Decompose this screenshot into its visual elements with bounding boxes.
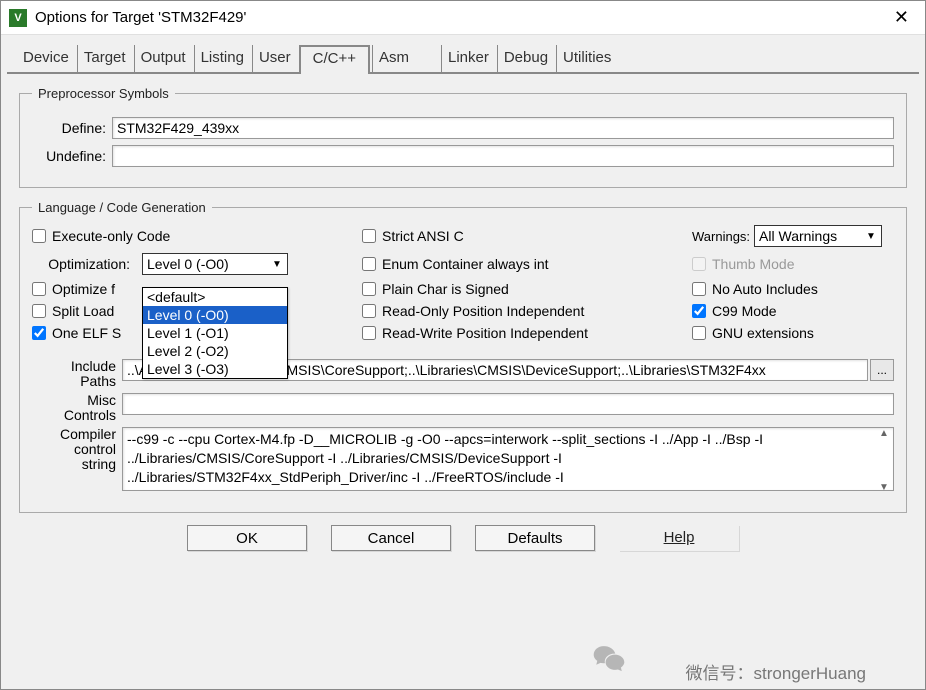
compiler-control-label: Compiler control string (32, 427, 122, 472)
tab-linker[interactable]: Linker (441, 45, 495, 72)
c99-mode-label: C99 Mode (712, 303, 777, 319)
include-paths-browse-button[interactable]: ... (870, 359, 894, 381)
wechat-icon (592, 644, 626, 672)
ok-button[interactable]: OK (187, 525, 307, 551)
split-load-label: Split Load (52, 303, 114, 319)
tab-utilities[interactable]: Utilities (556, 45, 617, 72)
no-auto-includes-checkbox[interactable] (692, 282, 706, 296)
cancel-button[interactable]: Cancel (331, 525, 451, 551)
scroll-indicator[interactable]: ▲ ▼ (875, 428, 893, 493)
split-load-checkbox[interactable] (32, 304, 46, 318)
tab-listing[interactable]: Listing (194, 45, 250, 72)
opt-default[interactable]: <default> (143, 288, 287, 306)
warnings-select[interactable]: All Warnings ▼ (754, 225, 882, 247)
opt-level1[interactable]: Level 1 (-O1) (143, 324, 287, 342)
window-title: Options for Target 'STM32F429' (35, 9, 886, 26)
misc-controls-label: Misc Controls (32, 393, 122, 423)
button-bar: OK Cancel Defaults Help (1, 525, 925, 551)
rw-pos-indep-checkbox[interactable] (362, 326, 376, 340)
strict-ansi-checkbox[interactable] (362, 229, 376, 243)
ro-pos-indep-checkbox[interactable] (362, 304, 376, 318)
scroll-up-icon[interactable]: ▲ (875, 428, 893, 439)
no-auto-includes-label: No Auto Includes (712, 281, 818, 297)
optimization-select[interactable]: Level 0 (-O0) ▼ (142, 253, 288, 275)
language-group: Language / Code Generation Execute-only … (19, 200, 907, 513)
optimize-for-checkbox[interactable] (32, 282, 46, 296)
gnu-ext-label: GNU extensions (712, 325, 814, 341)
misc-controls-input[interactable] (122, 393, 894, 415)
undefine-input[interactable] (112, 145, 894, 167)
watermark: 微信号：strongerHuang (686, 659, 866, 684)
define-label: Define: (32, 120, 112, 136)
one-elf-checkbox[interactable] (32, 326, 46, 340)
strict-ansi-label: Strict ANSI C (382, 228, 464, 244)
tab-asm[interactable]: Asm (372, 45, 439, 72)
gnu-ext-checkbox[interactable] (692, 326, 706, 340)
define-input[interactable] (112, 117, 894, 139)
plain-char-checkbox[interactable] (362, 282, 376, 296)
options-dialog: V Options for Target 'STM32F429' ✕ Devic… (0, 0, 926, 690)
language-legend: Language / Code Generation (32, 200, 212, 215)
execute-only-label: Execute-only Code (52, 228, 170, 244)
ro-pos-indep-label: Read-Only Position Independent (382, 303, 584, 319)
preprocessor-legend: Preprocessor Symbols (32, 86, 175, 101)
execute-only-checkbox[interactable] (32, 229, 46, 243)
opt-level0[interactable]: Level 0 (-O0) (143, 306, 287, 324)
thumb-mode-label: Thumb Mode (712, 256, 794, 272)
plain-char-label: Plain Char is Signed (382, 281, 509, 297)
c99-mode-checkbox[interactable] (692, 304, 706, 318)
opt-level3[interactable]: Level 3 (-O3) (143, 360, 287, 378)
tab-strip: Device Target Output Listing User C/C++ … (7, 35, 919, 74)
chevron-down-icon: ▼ (269, 256, 285, 272)
tab-c-cpp[interactable]: C/C++ (299, 45, 370, 74)
undefine-label: Undefine: (32, 148, 112, 164)
thumb-mode-checkbox (692, 257, 706, 271)
include-paths-label: Include Paths (32, 359, 122, 389)
app-icon: V (9, 9, 27, 27)
tab-debug[interactable]: Debug (497, 45, 554, 72)
optimization-dropdown[interactable]: <default> Level 0 (-O0) Level 1 (-O1) Le… (142, 287, 288, 379)
enum-int-label: Enum Container always int (382, 256, 549, 272)
help-button[interactable]: Help (619, 525, 739, 551)
one-elf-label: One ELF S (52, 325, 121, 341)
opt-level2[interactable]: Level 2 (-O2) (143, 342, 287, 360)
defaults-button[interactable]: Defaults (475, 525, 595, 551)
close-icon[interactable]: ✕ (886, 7, 917, 28)
enum-int-checkbox[interactable] (362, 257, 376, 271)
warnings-label: Warnings: (692, 229, 750, 244)
optimization-label: Optimization: (32, 256, 136, 272)
titlebar: V Options for Target 'STM32F429' ✕ (1, 1, 925, 35)
compiler-control-string[interactable]: --c99 -c --cpu Cortex-M4.fp -D__MICROLIB… (122, 427, 894, 491)
scroll-down-icon[interactable]: ▼ (875, 482, 893, 493)
optimize-for-label: Optimize f (52, 281, 115, 297)
tab-user[interactable]: User (252, 45, 297, 72)
tab-device[interactable]: Device (17, 45, 75, 72)
preprocessor-group: Preprocessor Symbols Define: Undefine: (19, 86, 907, 188)
tab-target[interactable]: Target (77, 45, 132, 72)
tab-output[interactable]: Output (134, 45, 192, 72)
chevron-down-icon: ▼ (863, 228, 879, 244)
rw-pos-indep-label: Read-Write Position Independent (382, 325, 588, 341)
